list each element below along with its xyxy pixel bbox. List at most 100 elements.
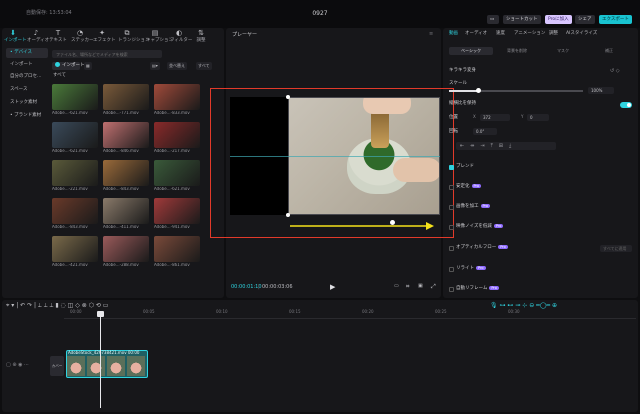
media-thumbnail-label: Adobe…-843.mov (103, 187, 139, 191)
media-thumbnail[interactable] (103, 122, 149, 148)
tool-sticker[interactable]: ◔ ステッカー (71, 30, 94, 44)
tab-audio[interactable]: オーディオ (465, 31, 487, 36)
effect-icon: ✦ (99, 29, 105, 37)
media-thumbnail[interactable] (52, 122, 98, 148)
media-thumbnail[interactable] (52, 236, 98, 262)
media-thumbnail[interactable] (154, 84, 200, 110)
tool-transition[interactable]: ⧉ トランジション (118, 30, 150, 44)
shortcut-button[interactable]: ショートカット (503, 15, 541, 24)
all-filter-dropdown[interactable]: すべて (196, 62, 212, 70)
media-thumbnail-label: Adobe…-861.mov (154, 263, 190, 267)
subtab-retouch[interactable]: 補正 (587, 47, 631, 55)
tool-import[interactable]: ⬇ インポート (4, 29, 27, 44)
pro-button[interactable]: Proに加入 (545, 15, 572, 24)
ratio-icon[interactable]: ▭ (394, 283, 399, 289)
filter-dropdown[interactable]: ▤▾ (150, 62, 160, 70)
media-thumbnail-label: Adobe…-217.mov (154, 149, 190, 153)
layout-icon[interactable]: ▭ (487, 15, 499, 24)
stabilize-checkbox[interactable] (449, 185, 454, 190)
tool-text[interactable]: T テキスト (49, 29, 67, 44)
reset-icon[interactable]: ↺ ◇ (610, 68, 620, 74)
tool-filter[interactable]: ◐ フィルター (170, 29, 192, 44)
timeline-tick-label: 00:20 (362, 309, 374, 314)
sidebar-item-import[interactable]: インポート (6, 60, 48, 70)
rotate-field[interactable]: 0.0° (473, 128, 497, 135)
timeline-ruler[interactable] (64, 318, 636, 319)
align-buttons[interactable]: ⇤⇹⇥⤒⊞⤓ (456, 142, 556, 150)
export-button[interactable]: エクスポート (599, 15, 632, 24)
filter-icon: ◐ (175, 29, 183, 37)
timeline-tick-label: 00:00 (70, 309, 82, 314)
track-lock-icon[interactable]: ▢ ⊕ ◉ ⋯ (6, 362, 29, 368)
tool-audio[interactable]: ♪ オーディオ (27, 29, 49, 44)
auto-reframe-checkbox[interactable] (449, 287, 454, 292)
sort-dropdown[interactable]: 並べ替え (167, 62, 187, 70)
blend-checkbox[interactable] (449, 165, 454, 170)
optical-flow-checkbox[interactable] (449, 246, 454, 251)
fullscreen-icon[interactable]: ⤢ (431, 283, 436, 291)
scale-slider-fill (449, 90, 479, 92)
timeline-right-tools[interactable]: 🎙 ⊶ ⊷ ⊸ ⊹ ⊖ ━◯━ ⊕ (490, 302, 557, 309)
media-thumbnail[interactable] (103, 84, 149, 110)
adjust-icon: ⇅ (198, 29, 204, 37)
position-y-field[interactable]: 0 (527, 114, 549, 121)
media-thumbnail[interactable] (154, 160, 200, 186)
tab-animation[interactable]: アニメーション (514, 31, 545, 36)
timeline-toolbar[interactable]: ⌖ ▾ | ↶ ↷ | ⟂ ⟂ ⟂ ▮ ◌ ◫ ◇ ⊗ ⬡ ⟲ ▭ (6, 302, 108, 309)
media-thumbnail[interactable] (52, 84, 98, 110)
scale-label: スケール (449, 81, 467, 86)
playhead-handle[interactable] (97, 311, 104, 317)
media-thumbnail[interactable] (103, 236, 149, 262)
sidebar-item-projects[interactable]: 自分のプロセ… (6, 72, 48, 82)
tab-speed[interactable]: 速度 (496, 31, 505, 36)
sidebar-item-space[interactable]: スペース (6, 85, 48, 95)
subtab-mask[interactable]: マスク (541, 47, 585, 55)
share-button[interactable]: シェア (575, 15, 595, 24)
timeline-tick-label: 00:05 (143, 309, 155, 314)
relight-label: リライト Pro (456, 266, 486, 271)
media-search-input[interactable] (52, 50, 162, 58)
import-icon: ⬇ (10, 29, 16, 37)
apply-all-button[interactable]: すべてに適用 (600, 245, 632, 252)
subtab-basic[interactable]: ベーシック (449, 47, 493, 55)
player-menu-icon[interactable]: ≡ (429, 31, 433, 37)
position-x-field[interactable]: 372 (480, 114, 510, 121)
tab-video[interactable]: 動画 (449, 31, 458, 36)
denoise-label: 映像ノイズを低減 Pro (456, 224, 504, 229)
media-thumbnail[interactable] (154, 122, 200, 148)
cover-button[interactable]: カバー (50, 356, 64, 376)
tool-effect[interactable]: ✦ エフェクト (93, 29, 116, 44)
denoise-checkbox[interactable] (449, 225, 454, 230)
time-separator: | (258, 284, 260, 290)
tool-caption[interactable]: ▤ キャプション (146, 30, 173, 44)
tab-adjust[interactable]: 調整 (549, 31, 558, 36)
media-thumbnail[interactable] (154, 236, 200, 262)
media-thumbnail[interactable] (103, 198, 149, 224)
import-button[interactable]: インポート (52, 62, 85, 70)
media-thumbnail[interactable] (103, 160, 149, 186)
relight-checkbox[interactable] (449, 267, 454, 272)
sidebar-item-stock[interactable]: ストック素材 (6, 98, 48, 108)
tool-adjust[interactable]: ⇅ 調整 (192, 29, 210, 44)
x-axis-label: X (473, 114, 476, 119)
time-total: 00:00:03:06 (262, 284, 293, 290)
sidebar-item-brand[interactable]: • ブランド素材 (6, 111, 48, 121)
media-thumbnail[interactable] (52, 198, 98, 224)
playhead[interactable] (100, 312, 101, 408)
uniform-scale-toggle[interactable] (620, 102, 632, 108)
media-thumbnail-label: Adobe…-621.mov (154, 187, 190, 191)
grid-view-icon[interactable]: ▦ (84, 62, 92, 70)
media-thumbnail-label: Adobe…-843.mov (52, 225, 88, 229)
sidebar-item-device[interactable]: • デバイス (6, 48, 48, 58)
tab-ai-stylize[interactable]: AIスタイライズ (566, 31, 597, 36)
subtab-remove-bg[interactable]: 背景を削除 (495, 47, 539, 55)
media-thumbnail[interactable] (154, 198, 200, 224)
audio-icon: ♪ (33, 29, 39, 37)
crop-icon[interactable]: ⌗ (406, 283, 409, 291)
text-icon: T (55, 29, 61, 37)
play-button[interactable]: ▶ (330, 283, 335, 291)
quality-icon[interactable]: ▣ (418, 283, 423, 289)
scale-value-field[interactable]: 100% (588, 87, 614, 94)
enhance-checkbox[interactable] (449, 205, 454, 210)
media-thumbnail[interactable] (52, 160, 98, 186)
